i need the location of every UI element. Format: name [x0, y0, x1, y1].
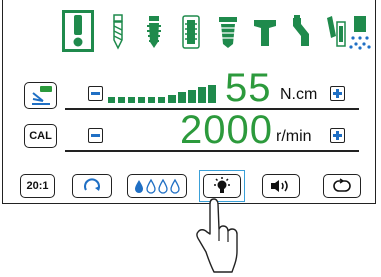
rotation-direction-button[interactable] — [72, 174, 112, 198]
torque-level-segment — [198, 87, 206, 103]
torque-level-segment — [118, 97, 125, 103]
irrigation-flow-button[interactable] — [127, 174, 187, 198]
light-bulb-icon — [214, 177, 230, 193]
light-button[interactable] — [203, 174, 241, 198]
torque-level-segment — [168, 94, 176, 103]
tool-handpiece[interactable] — [289, 14, 315, 50]
torque-gauge-icon — [31, 85, 52, 105]
minus-icon — [91, 92, 100, 95]
tool-irrigation-spray[interactable] — [347, 14, 373, 50]
irrigation-spray-icon — [349, 16, 371, 50]
torque-level-segment — [208, 85, 216, 103]
torque-level-segment — [148, 97, 155, 103]
tool-implant-screw[interactable] — [141, 14, 167, 50]
tool-surgical-handpiece[interactable] — [323, 14, 349, 50]
plus-icon-v — [336, 89, 339, 98]
abutment-icon — [254, 20, 276, 46]
pointing-hand-icon — [196, 198, 238, 273]
plus-icon-v — [336, 131, 339, 140]
torque-level-segment — [178, 92, 186, 103]
torque-level-segment — [158, 97, 165, 103]
torque-level-segment — [108, 97, 115, 103]
speed-increase-button[interactable] — [330, 128, 345, 143]
tool-abutment[interactable] — [252, 14, 278, 50]
implant-screw-icon — [147, 16, 161, 48]
surgical-handpiece-icon — [327, 16, 346, 47]
tool-implant-fixture[interactable] — [215, 14, 241, 50]
torque-level-bars — [108, 83, 218, 103]
rotate-clockwise-icon — [84, 178, 100, 191]
torque-value: 55 — [225, 66, 272, 110]
implant-fixture-icon — [219, 17, 237, 48]
torque-unit: N.cm — [280, 86, 318, 103]
tool-drill[interactable] — [105, 14, 131, 50]
loop-mode-button[interactable] — [323, 174, 361, 198]
cal-button[interactable]: CAL — [24, 124, 57, 148]
gear-ratio-button[interactable]: 20:1 — [20, 174, 55, 198]
bone-tap-icon — [182, 15, 200, 49]
torque-level-segment — [188, 89, 196, 103]
speaker-icon — [271, 180, 288, 192]
drill-icon — [113, 14, 123, 50]
control-panel-screen: 55 N.cm CAL 2000 r/min 20:1 — [2, 0, 376, 204]
endo-file-icon — [73, 15, 83, 47]
water-drops-level-icon — [135, 178, 180, 194]
minus-icon — [91, 134, 100, 137]
tool-endo-file-selected[interactable] — [62, 10, 94, 52]
handpiece-icon — [293, 15, 309, 46]
torque-level-segment — [138, 97, 145, 103]
speed-value: 2000 — [180, 108, 273, 152]
speed-decrease-button[interactable] — [88, 128, 103, 143]
torque-decrease-button[interactable] — [88, 86, 103, 101]
torque-level-segment — [128, 97, 135, 103]
tool-bone-tap[interactable] — [178, 14, 204, 50]
speed-unit: r/min — [276, 128, 312, 145]
torque-increase-button[interactable] — [330, 86, 345, 101]
torque-mode-button[interactable] — [24, 82, 57, 109]
loop-icon — [333, 178, 351, 192]
volume-button[interactable] — [262, 174, 300, 198]
